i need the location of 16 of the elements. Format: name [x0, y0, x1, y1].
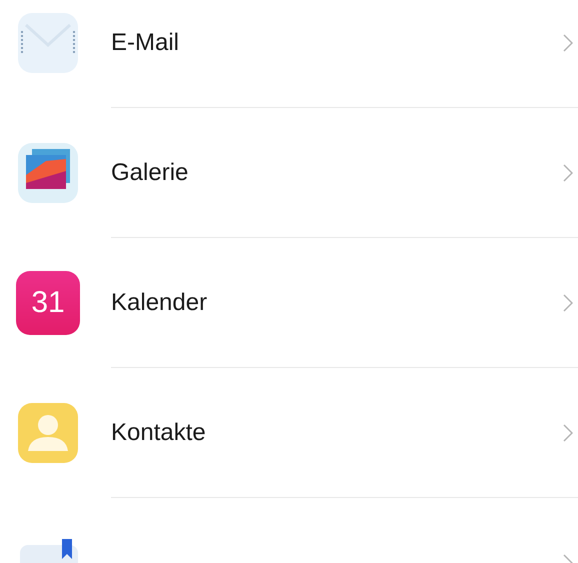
row-label: Kalender — [111, 288, 208, 316]
settings-row[interactable]: Kontakte — [0, 368, 578, 498]
row-label: Kontakte — [111, 418, 206, 446]
chevron-icon — [563, 164, 573, 182]
row-label: E-Mail — [111, 28, 180, 56]
settings-row[interactable]: Galerie — [0, 108, 578, 238]
settings-row[interactable]: 31 Kalender — [0, 238, 578, 368]
envelope-icon — [16, 11, 80, 75]
row-label: Galerie — [111, 158, 188, 186]
person-icon — [16, 401, 80, 465]
calendar-icon: 31 — [16, 271, 80, 335]
chevron-icon — [563, 294, 573, 312]
chevron-icon — [563, 424, 573, 442]
chevron-icon — [563, 34, 573, 52]
settings-row[interactable]: E-Mail — [0, 0, 578, 108]
photo-stack-icon — [16, 141, 80, 205]
